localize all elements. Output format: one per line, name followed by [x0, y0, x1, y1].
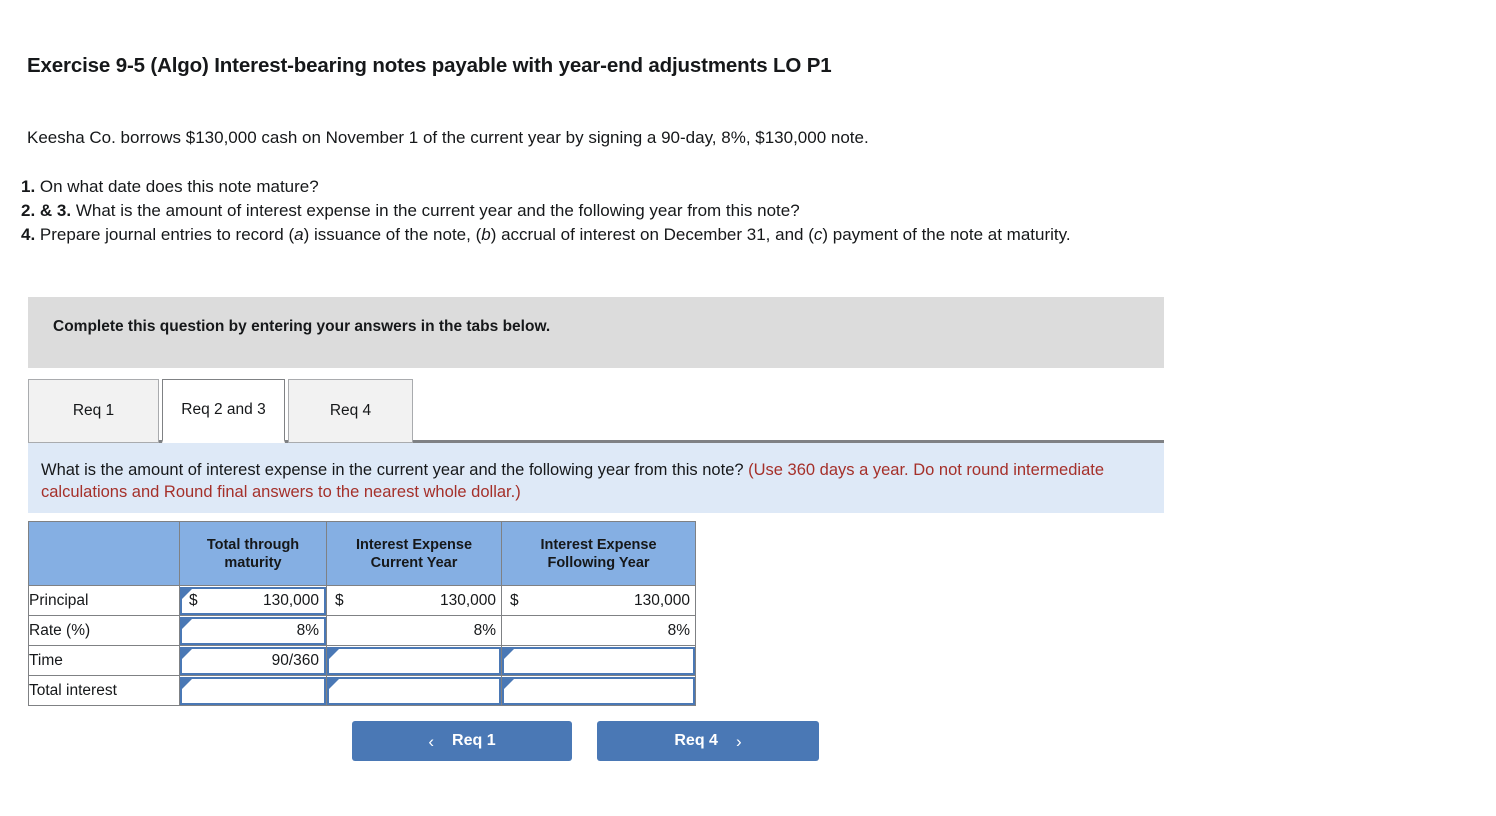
- table-header-interest-expense-following-year: Interest Expense Following Year: [501, 521, 696, 586]
- currency-symbol: $: [335, 591, 344, 609]
- header-line-2: Current Year: [370, 554, 458, 571]
- row-label-principal: Principal: [28, 585, 180, 616]
- cell-rate-following-year: 8%: [501, 615, 696, 646]
- cell-principal-following-year: $ 130,000: [501, 585, 696, 616]
- requirement-4-p4: ) accrual of interest on December 31, an…: [490, 225, 814, 244]
- cell-time-current-year[interactable]: [326, 645, 502, 676]
- cell-value: 8%: [473, 621, 496, 639]
- input-total-interest-total[interactable]: [180, 676, 326, 705]
- header-line-2: Following Year: [547, 554, 650, 571]
- table-header-row: Total through maturity Interest Expense …: [28, 521, 696, 586]
- cell-value: 130,000: [439, 591, 496, 609]
- cell-time-following-year[interactable]: [501, 645, 696, 676]
- complete-question-bar: Complete this question by entering your …: [28, 297, 1164, 368]
- complete-question-text: Complete this question by entering your …: [53, 318, 551, 335]
- requirement-4-p2: ) issuance of the note, (: [303, 225, 482, 244]
- requirement-2-3-number: 2. & 3.: [21, 201, 72, 220]
- problem-statement: Keesha Co. borrows $130,000 cash on Nove…: [27, 128, 869, 147]
- row-label-rate: Rate (%): [28, 615, 180, 646]
- table-row-total-interest: Total interest: [28, 675, 696, 706]
- prev-requirement-button[interactable]: ‹ Req 1: [352, 721, 572, 761]
- next-requirement-label: Req 4: [674, 732, 718, 749]
- instruction-question: What is the amount of interest expense i…: [41, 461, 749, 479]
- requirement-1: 1. On what date does this note mature?: [21, 175, 1261, 199]
- cell-value: 130,000: [633, 591, 690, 609]
- requirement-2-3-text: What is the amount of interest expense i…: [71, 201, 800, 220]
- row-label-time: Time: [28, 645, 180, 676]
- cell-flag-icon: [181, 677, 193, 690]
- cell-value: 90/360: [271, 651, 319, 669]
- tab-req-2-and-3[interactable]: Req 2 and 3: [162, 379, 285, 443]
- prev-requirement-label: Req 1: [452, 732, 496, 749]
- instruction-text: What is the amount of interest expense i…: [41, 459, 1146, 503]
- requirement-1-number: 1.: [21, 177, 36, 196]
- cell-total-interest-total-through-maturity[interactable]: [179, 675, 327, 706]
- table-header-interest-expense-current-year: Interest Expense Current Year: [326, 521, 502, 586]
- requirement-4-a: a: [294, 225, 304, 244]
- cell-value: 8%: [296, 621, 319, 639]
- cell-rate-current-year: 8%: [326, 615, 502, 646]
- tab-req-4[interactable]: Req 4: [288, 379, 413, 443]
- cell-total-interest-following-year[interactable]: [501, 675, 696, 706]
- cell-principal-current-year: $ 130,000: [326, 585, 502, 616]
- input-rate-total[interactable]: 8%: [180, 616, 326, 645]
- page-title: Exercise 9-5 (Algo) Interest-bearing not…: [27, 54, 832, 77]
- cell-flag-icon: [503, 677, 515, 690]
- chevron-left-icon: ‹: [428, 731, 435, 751]
- header-line-1: Interest Expense: [355, 536, 473, 553]
- input-time-total[interactable]: 90/360: [180, 646, 326, 675]
- header-line-1: Total through: [206, 536, 300, 553]
- currency-symbol: $: [510, 591, 519, 609]
- table-header-blank: [28, 521, 180, 586]
- value-rate-current: 8%: [327, 617, 501, 645]
- chevron-right-icon: ›: [735, 731, 742, 751]
- requirement-4-p6: ) payment of the note at maturity.: [822, 225, 1071, 244]
- requirement-4-number: 4.: [21, 225, 36, 244]
- input-total-interest-following[interactable]: [502, 676, 695, 705]
- header-line-2: maturity: [224, 554, 282, 571]
- value-rate-following: 8%: [502, 617, 695, 645]
- cell-flag-icon: [328, 677, 340, 690]
- exercise-page: Exercise 9-5 (Algo) Interest-bearing not…: [0, 0, 1496, 816]
- cell-total-interest-current-year[interactable]: [326, 675, 502, 706]
- value-principal-current: $ 130,000: [327, 587, 501, 615]
- table-row-principal: Principal $ 130,000 $ 130,000 $ 130,000: [28, 585, 696, 616]
- table-row-time: Time 90/360: [28, 645, 696, 676]
- requirement-2-3: 2. & 3. What is the amount of interest e…: [21, 199, 1261, 223]
- input-total-interest-current[interactable]: [327, 676, 501, 705]
- cell-value: 130,000: [262, 591, 319, 609]
- cell-time-total-through-maturity[interactable]: 90/360: [179, 645, 327, 676]
- tab-req-1[interactable]: Req 1: [28, 379, 159, 443]
- table-header-total-through-maturity: Total through maturity: [179, 521, 327, 586]
- requirement-tabs: Req 1 Req 2 and 3 Req 4: [28, 379, 1164, 443]
- table-header: Total through maturity Interest Expense …: [28, 521, 696, 586]
- input-time-current[interactable]: [327, 646, 501, 675]
- cell-value: 8%: [667, 621, 690, 639]
- cell-rate-total-through-maturity[interactable]: 8%: [179, 615, 327, 646]
- table-row-rate: Rate (%) 8% 8% 8%: [28, 615, 696, 646]
- requirements-list: 1. On what date does this note mature? 2…: [21, 175, 1261, 247]
- input-principal-total[interactable]: $ 130,000: [180, 586, 326, 615]
- requirement-4: 4. Prepare journal entries to record (a)…: [21, 223, 1261, 247]
- row-label-total-interest: Total interest: [28, 675, 180, 706]
- requirement-4-b: b: [481, 225, 491, 244]
- table-body: Principal $ 130,000 $ 130,000 $ 130,000 …: [28, 585, 696, 706]
- interest-expense-table-wrapper: Total through maturity Interest Expense …: [28, 521, 696, 706]
- requirement-1-text: On what date does this note mature?: [35, 177, 319, 196]
- input-time-following[interactable]: [502, 646, 695, 675]
- cell-flag-icon: [181, 647, 193, 660]
- header-line-1: Interest Expense: [540, 536, 657, 553]
- cell-flag-icon: [181, 617, 193, 630]
- cell-flag-icon: [328, 647, 340, 660]
- next-requirement-button[interactable]: Req 4 ›: [597, 721, 819, 761]
- cell-principal-total-through-maturity[interactable]: $ 130,000: [179, 585, 327, 616]
- requirement-4-p0: Prepare journal entries to record (: [39, 225, 295, 244]
- currency-symbol: $: [189, 591, 198, 609]
- instruction-panel: What is the amount of interest expense i…: [28, 443, 1164, 513]
- value-principal-following: $ 130,000: [502, 587, 695, 615]
- cell-flag-icon: [503, 647, 515, 660]
- interest-expense-table: Total through maturity Interest Expense …: [28, 521, 696, 706]
